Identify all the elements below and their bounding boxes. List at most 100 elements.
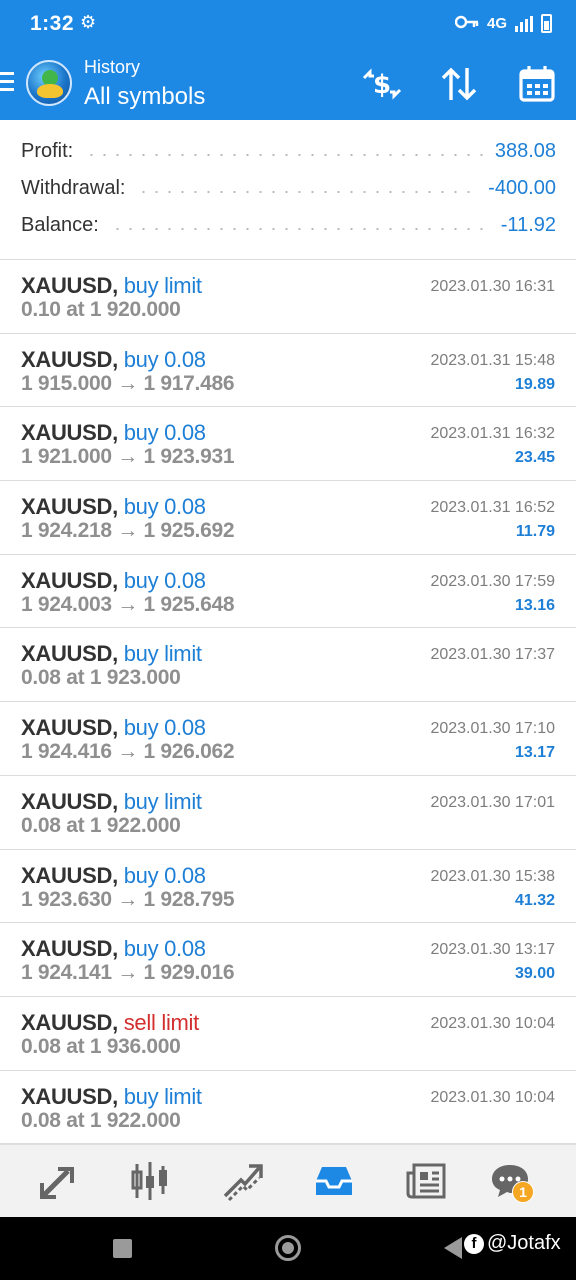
deal-row[interactable]: XAUUSD, buy limit 0.08 at 1 922.000 2023.0…: [0, 776, 576, 850]
deal-symbol-line: XAUUSD, buy limit: [21, 1084, 202, 1110]
deal-row[interactable]: XAUUSD, buy 0.08 1 924.003 → 1 925.648 202…: [0, 555, 576, 629]
deal-symbol: XAUUSD: [21, 641, 113, 667]
page-subtitle: History: [84, 57, 141, 77]
recent-apps-icon[interactable]: [113, 1239, 132, 1258]
deal-row[interactable]: XAUUSD, buy 0.08 1 924.218 → 1 925.692 202…: [0, 481, 576, 555]
summary-panel: Profit: 388.08 Withdrawal: -400.00 Balan…: [0, 120, 576, 260]
deal-row[interactable]: XAUUSD, buy limit 0.10 at 1 920.000 2023.0…: [0, 260, 576, 334]
deal-action: sell limit: [123, 1009, 200, 1035]
calendar-icon[interactable]: [515, 64, 559, 104]
deal-action: buy limit: [123, 641, 202, 667]
deal-detail: 1 924.141 → 1 929.016: [21, 961, 235, 985]
balance-value: -11.92: [500, 213, 556, 236]
deal-detail: 1 923.630 → 1 928.795: [21, 887, 235, 911]
quotes-icon: [40, 1167, 74, 1199]
deal-symbol: XAUUSD: [21, 936, 113, 962]
deal-row[interactable]: XAUUSD, buy 0.08 1 924.416 → 1 926.062 202…: [0, 702, 576, 776]
deal-row[interactable]: XAUUSD, buy limit 0.08 at 1 923.000 2023.0…: [0, 628, 576, 703]
deal-action: buy limit: [123, 788, 202, 814]
status-bar: 1:32 ⚙ 4G: [0, 0, 576, 48]
deal-time: 2023.01.31 16:52: [430, 499, 555, 517]
dotted-leader: [85, 154, 483, 156]
deal-symbol-line: XAUUSD, buy 0.08: [21, 568, 206, 594]
deal-time: 2023.01.30 17:59: [430, 572, 555, 590]
deposit-withdraw-icon[interactable]: $: [360, 64, 404, 104]
status-time: 1:32: [30, 12, 75, 35]
deal-detail: 0.08 at 1 922.000: [21, 813, 181, 837]
sort-icon[interactable]: [437, 64, 481, 104]
deal-symbol: XAUUSD: [21, 1009, 113, 1035]
history-icon: [316, 1167, 352, 1195]
separator: ,: [112, 1009, 124, 1035]
deal-action: buy 0.08: [123, 346, 206, 372]
home-icon[interactable]: [275, 1235, 301, 1261]
nav-trade[interactable]: [218, 1157, 266, 1205]
nav-messages[interactable]: 1: [486, 1157, 534, 1205]
separator: ,: [112, 936, 124, 962]
separator: ,: [112, 420, 124, 446]
deal-symbol-line: XAUUSD, buy limit: [21, 273, 202, 299]
deal-profit: 11.79: [515, 523, 555, 541]
nav-chart[interactable]: [126, 1157, 174, 1205]
profit-row: Profit: 388.08: [21, 133, 556, 169]
dotted-leader: [110, 228, 489, 230]
app-logo: [26, 60, 72, 106]
deal-detail: 1 924.218 → 1 925.692: [21, 519, 235, 543]
deal-symbol: XAUUSD: [21, 567, 113, 593]
battery-icon: [541, 14, 552, 33]
deal-action: buy 0.08: [123, 494, 206, 520]
deal-time: 2023.01.30 10:04: [430, 1014, 555, 1032]
deal-detail: 0.08 at 1 936.000: [21, 1034, 181, 1058]
deal-row[interactable]: XAUUSD, buy limit 0.08 at 1 922.000 2023.0…: [0, 1071, 576, 1145]
deal-symbol: XAUUSD: [21, 1083, 113, 1109]
separator: ,: [112, 494, 124, 520]
profit-label: Profit:: [21, 139, 74, 162]
deal-row[interactable]: XAUUSD, buy 0.08 1 915.000 → 1 917.486 202…: [0, 334, 576, 408]
deal-row[interactable]: XAUUSD, sell limit 0.08 at 1 936.000 2023.…: [0, 997, 576, 1071]
deal-time: 2023.01.30 17:10: [430, 720, 555, 738]
deal-time: 2023.01.30 13:17: [430, 941, 555, 959]
separator: ,: [112, 862, 124, 888]
deal-detail: 1 924.003 → 1 925.648: [21, 592, 235, 616]
separator: ,: [112, 788, 124, 814]
status-icons: 4G: [454, 12, 552, 35]
page-title[interactable]: All symbols: [84, 83, 205, 111]
deal-symbol: XAUUSD: [21, 346, 113, 372]
withdrawal-row: Withdrawal: -400.00: [21, 170, 556, 206]
deal-row[interactable]: XAUUSD, buy 0.08 1 921.000 → 1 923.931 202…: [0, 407, 576, 482]
deal-action: buy limit: [123, 1083, 202, 1109]
nav-history[interactable]: [310, 1157, 358, 1205]
balance-row: Balance: -11.92: [21, 207, 556, 243]
deal-symbol: XAUUSD: [21, 420, 113, 446]
deal-action: buy 0.08: [123, 715, 206, 741]
deal-symbol-line: XAUUSD, buy 0.08: [21, 420, 206, 446]
deal-action: buy 0.08: [123, 936, 206, 962]
network-type: 4G: [486, 15, 507, 32]
signal-icon: [515, 15, 533, 32]
menu-icon[interactable]: [0, 72, 16, 92]
deal-profit: 41.32: [514, 891, 555, 909]
nav-quotes[interactable]: [34, 1157, 82, 1205]
header: 1:32 ⚙ 4G History All symbols $: [0, 0, 576, 120]
deal-time: 2023.01.31 15:48: [430, 351, 555, 369]
nav-news[interactable]: [402, 1157, 450, 1205]
deal-row[interactable]: XAUUSD, buy 0.08 1 923.630 → 1 928.795 202…: [0, 850, 576, 924]
deal-time: 2023.01.31 16:32: [430, 425, 555, 443]
deal-symbol-line: XAUUSD, buy 0.08: [21, 936, 206, 962]
deal-detail: 0.08 at 1 923.000: [21, 666, 181, 690]
deal-time: 2023.01.30 15:38: [430, 867, 555, 885]
deal-detail: 0.10 at 1 920.000: [21, 298, 181, 321]
withdrawal-value: -400.00: [488, 176, 556, 199]
system-nav-bar: f @Jotafx: [0, 1217, 576, 1280]
deal-detail: 0.08 at 1 922.000: [21, 1108, 181, 1132]
deal-row[interactable]: XAUUSD, buy 0.08 1 924.141 → 1 929.016 202…: [0, 923, 576, 997]
deals-list: XAUUSD, buy limit 0.10 at 1 920.000 2023.0…: [0, 260, 576, 1145]
deal-symbol: XAUUSD: [21, 273, 113, 298]
deal-symbol: XAUUSD: [21, 862, 113, 888]
deal-symbol: XAUUSD: [21, 788, 113, 814]
deal-symbol-line: XAUUSD, sell limit: [21, 1010, 199, 1036]
separator: ,: [112, 1083, 124, 1109]
deal-symbol-line: XAUUSD, buy limit: [21, 789, 202, 815]
deal-symbol-line: XAUUSD, buy 0.08: [21, 347, 206, 373]
back-icon[interactable]: [444, 1237, 462, 1259]
